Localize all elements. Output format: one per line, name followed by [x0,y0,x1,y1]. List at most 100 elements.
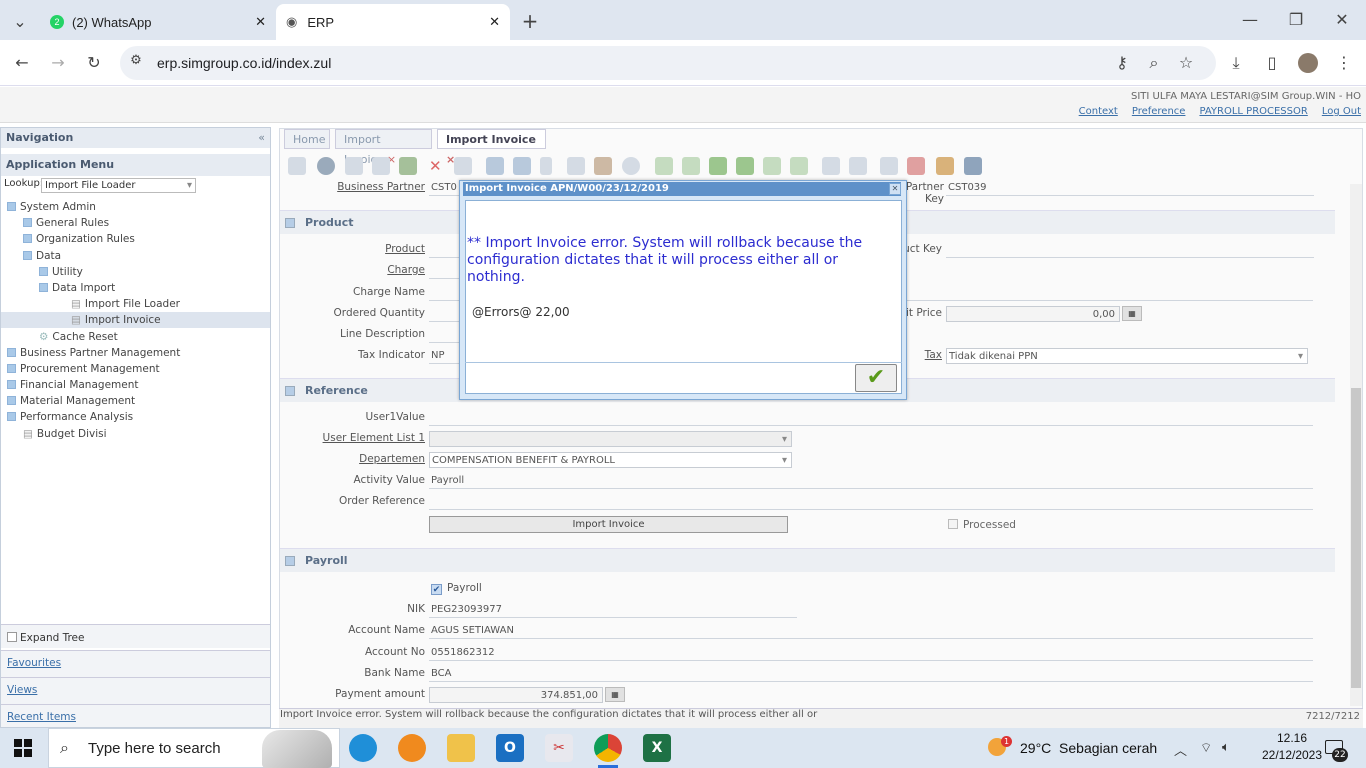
save-icon[interactable] [399,157,417,175]
tab-search-icon[interactable]: ⌄ [8,12,32,31]
clock-time[interactable]: 12.16 [1262,731,1322,745]
sidepanel-icon[interactable]: ▯ [1260,53,1284,72]
tree-item-budget-divisi[interactable]: ▤ Budget Divisi [23,426,107,442]
payment-amount-field[interactable]: 374.851,00 [429,687,603,703]
dialog-close-icon[interactable]: ✕ [889,183,901,195]
chevron-down-icon[interactable]: ▾ [782,453,787,468]
history-icon[interactable] [622,157,640,175]
last-record-icon[interactable] [790,157,808,175]
weather-text[interactable]: 29°C Sebagian cerah [1020,740,1157,756]
lookup-input[interactable]: Import File Loader ▾ [41,178,196,193]
edge-icon[interactable] [349,734,377,762]
new-icon[interactable] [345,157,363,175]
search-placeholder[interactable]: Type here to search [88,740,221,757]
close-tab-icon[interactable]: ✕ [489,14,500,30]
tax-select[interactable]: Tidak dikenai PPN ▾ [946,348,1308,364]
views-link[interactable]: Views [1,677,270,704]
departemen-select[interactable]: COMPENSATION BENEFIT & PAYROLL ▾ [429,452,792,468]
clock-date[interactable]: 22/12/2023 [1258,748,1326,762]
archive-icon[interactable] [849,157,867,175]
next-record-icon[interactable] [763,157,781,175]
find-icon[interactable] [513,157,531,175]
order-reference-field[interactable] [429,494,1313,510]
help-icon[interactable] [317,157,335,175]
tab-erp[interactable]: ◉ ERP ✕ [276,4,510,40]
logout-link[interactable]: Log Out [1322,106,1361,117]
expand-tree-toggle[interactable]: Expand Tree [1,624,270,648]
excel-icon[interactable]: X [643,734,671,762]
tree-item-utility[interactable]: Utility [39,264,83,280]
collapse-section-icon[interactable] [285,556,295,566]
collapse-section-icon[interactable] [285,218,295,228]
windows-start-icon[interactable] [14,739,32,757]
tree-item-organization-rules[interactable]: Organization Rules [23,231,135,247]
attachment-icon[interactable] [540,157,552,175]
grid-toggle-icon[interactable] [594,157,612,175]
close-window-icon[interactable]: ✕ [1330,10,1354,29]
process-icon[interactable] [936,157,954,175]
user1value-field[interactable] [429,410,1313,426]
charge-field[interactable] [429,263,461,279]
tree-item-financial[interactable]: Financial Management [7,377,138,393]
check-icon[interactable]: ✔ [431,584,442,595]
first-record-icon[interactable] [709,157,727,175]
bookmark-star-icon[interactable]: ☆ [1174,53,1198,72]
new-tab-button[interactable]: + [518,9,542,33]
forward-icon[interactable]: → [46,53,70,72]
chevron-down-icon[interactable]: ▾ [187,179,192,192]
account-no-field[interactable]: 0551862312 [429,645,1313,661]
tree-item-data-import[interactable]: Data Import [39,280,115,296]
calculator-icon[interactable]: ▦ [1122,306,1142,321]
delete-icon[interactable]: ✕ [429,157,442,175]
customize-icon[interactable] [964,157,982,175]
bank-name-field[interactable]: BCA [429,666,1313,682]
chevron-down-icon[interactable]: ▾ [1298,349,1303,364]
unit-price-field[interactable]: 0,00 [946,306,1120,322]
ok-button[interactable]: ✔ [855,364,897,392]
minimize-icon[interactable]: — [1238,10,1262,29]
nik-field[interactable]: PEG23093977 [429,602,797,618]
chevron-down-icon[interactable]: ▾ [782,432,787,447]
menu-icon[interactable]: ⋮ [1332,53,1356,72]
show-hidden-icons-icon[interactable]: ︿ [1174,740,1187,759]
preference-link[interactable]: Preference [1132,106,1186,117]
tax-indicator-field[interactable]: NP [429,348,461,364]
context-link[interactable]: Context [1079,106,1118,117]
tree-item-import-invoice[interactable]: ▤ Import Invoice [1,312,270,328]
tree-item-system-admin[interactable]: System Admin [7,199,96,215]
import-invoice-button[interactable]: Import Invoice [429,516,788,533]
key-icon[interactable]: ⚷ [1110,53,1134,72]
download-icon[interactable]: ⤓ [1224,53,1248,73]
user-element-list-select[interactable]: ▾ [429,431,792,447]
tree-item-procurement[interactable]: Procurement Management [7,361,160,377]
report-icon[interactable] [822,157,840,175]
tab-whatsapp[interactable]: 2 (2) WhatsApp ✕ [40,4,272,40]
tree-item-performance[interactable]: Performance Analysis [7,409,133,425]
firefox-icon[interactable] [398,734,426,762]
zoom-icon[interactable]: ⌕ [1142,53,1166,73]
product-key-field[interactable] [946,242,1314,258]
ignore-icon[interactable] [288,157,306,175]
outlook-icon[interactable]: O [496,734,524,762]
chat-icon[interactable] [567,157,585,175]
tree-item-business-partner[interactable]: Business Partner Management [7,345,180,361]
tree-item-import-file-loader[interactable]: ▤ Import File Loader [71,296,180,312]
tab-import-invoice-2[interactable]: Import Invoice × [437,129,546,166]
network-icon[interactable]: ⌔ [1200,740,1212,756]
snipping-tool-icon[interactable]: ✂ [545,734,573,762]
volume-icon[interactable]: 🔈︎ [1222,740,1230,755]
tree-item-general-rules[interactable]: General Rules [23,215,109,231]
restore-icon[interactable]: ❐ [1284,10,1308,29]
activity-value-field[interactable]: Payroll [429,473,1313,489]
workflow-icon[interactable] [907,157,925,175]
favourites-link[interactable]: Favourites [1,650,270,677]
reload-icon[interactable]: ↻ [82,53,106,72]
checkbox[interactable] [7,632,17,642]
print-icon[interactable] [454,157,472,175]
account-name-field[interactable]: AGUS SETIAWAN [429,623,1313,639]
refresh-icon[interactable] [486,157,504,175]
tab-import-invoice-1[interactable]: Import Invoice × [335,129,432,166]
close-tab-icon[interactable]: ✕ [255,14,266,30]
collapse-section-icon[interactable] [285,386,295,396]
url-text[interactable]: erp.simgroup.co.id/index.zul [157,55,331,71]
